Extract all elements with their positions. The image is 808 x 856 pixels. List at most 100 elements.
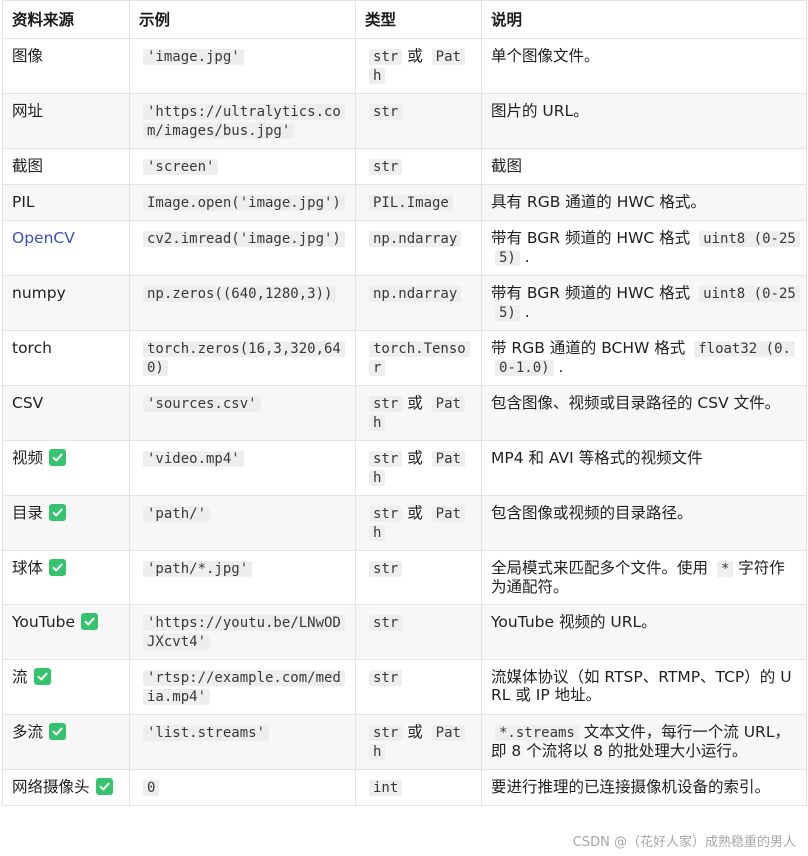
description-cell: 全局模式来匹配多个文件。使用 * 字符作为通配符。 — [481, 550, 807, 605]
header-source: 资料来源 — [2, 0, 130, 39]
example-code: 'path/' — [143, 506, 211, 522]
source-label: 目录 — [12, 504, 44, 522]
example-cell: torch.zeros(16,3,320,640) — [129, 330, 356, 386]
type-cell: str 或 Path — [355, 495, 482, 551]
source-label: numpy — [12, 284, 66, 302]
example-cell: 'sources.csv' — [129, 385, 356, 441]
table-row: 球体 'path/*.jpg' str 全局模式来匹配多个文件。使用 * 字符作为通配… — [2, 550, 807, 605]
source-label: 多流 — [12, 723, 44, 741]
type-cell: int — [355, 769, 482, 806]
source-label: 截图 — [12, 157, 44, 175]
source-label: PIL — [12, 193, 35, 211]
table-row: numpy np.zeros((640,1280,3)) np.ndarray 带有 … — [2, 275, 807, 331]
source-cell: YouTube — [2, 604, 130, 660]
table-row: 流 'rtsp://example.com/media.mp4' str 流媒体协议（… — [2, 659, 807, 715]
type-code: PIL.Image — [369, 195, 453, 211]
example-cell: Image.open('image.jpg') — [129, 184, 356, 221]
example-cell: 'list.streams' — [129, 714, 356, 770]
example-cell: 'https://youtu.be/LNwODJXcvt4' — [129, 604, 356, 660]
example-code: 'video.mp4' — [143, 451, 244, 467]
description-text: 单个图像文件。 — [491, 47, 600, 65]
table-row: OpenCV cv2.imread('image.jpg') np.ndarray 带… — [2, 220, 807, 276]
table-header: 资料来源 示例 类型 说明 — [2, 0, 807, 39]
description-cell: 包含图像、视频或目录路径的 CSV 文件。 — [481, 385, 807, 441]
example-cell: 'path/' — [129, 495, 356, 551]
description-text: 包含图像或视频的目录路径。 — [491, 504, 693, 522]
description-text: . — [553, 358, 564, 376]
description-text: 全局模式来匹配多个文件。使用 — [491, 559, 713, 577]
source-cell: OpenCV — [2, 220, 130, 276]
description-cell: 带 RGB 通道的 BCHW 格式 float32 (0.0-1.0) . — [481, 330, 807, 386]
type-code: str — [369, 506, 403, 522]
type-cell: PIL.Image — [355, 184, 482, 221]
type-code: str — [369, 49, 403, 65]
example-code: 'sources.csv' — [143, 396, 261, 412]
table-row: PIL Image.open('image.jpg') PIL.Image 具有 RG… — [2, 184, 807, 221]
example-code: 'rtsp://example.com/media.mp4' — [143, 670, 345, 705]
description-text: 截图 — [491, 157, 523, 175]
description-text: 带有 BGR 频道的 HWC 格式 — [491, 229, 696, 247]
source-cell: 目录 — [2, 495, 130, 551]
source-link[interactable]: OpenCV — [12, 229, 75, 247]
description-text: 具有 RGB 通道的 HWC 格式。 — [491, 193, 706, 211]
type-cell: str — [355, 550, 482, 605]
header-description: 说明 — [481, 0, 807, 39]
source-label: 网络摄像头 — [12, 778, 90, 796]
table-row: 截图 'screen' str 截图 — [2, 148, 807, 185]
check-icon — [49, 559, 67, 576]
description-text: 包含图像、视频或目录路径的 CSV 文件。 — [491, 394, 781, 412]
source-label: torch — [12, 339, 52, 357]
description-code: * — [716, 561, 734, 577]
description-text: 图片的 URL。 — [491, 102, 589, 120]
source-cell: CSV — [2, 385, 130, 441]
type-connector: 或 — [402, 723, 428, 741]
description-cell: 流媒体协议（如 RTSP、RTMP、TCP）的 URL 或 IP 地址。 — [481, 659, 807, 715]
type-connector: 或 — [402, 449, 428, 467]
table-row: 网络摄像头 0 int 要进行推理的已连接摄像机设备的索引。 — [2, 769, 807, 806]
type-cell: str — [355, 93, 482, 149]
type-code: str — [369, 104, 403, 120]
source-cell: 网络摄像头 — [2, 769, 130, 806]
type-code: str — [369, 725, 403, 741]
description-cell: 包含图像或视频的目录路径。 — [481, 495, 807, 551]
example-cell: 0 — [129, 769, 356, 806]
source-label: 视频 — [12, 449, 44, 467]
example-code: 'image.jpg' — [143, 49, 244, 65]
example-code: 'path/*.jpg' — [143, 561, 253, 577]
description-text: 流媒体协议（如 RTSP、RTMP、TCP）的 URL 或 IP 地址。 — [491, 668, 792, 704]
description-text: 要进行推理的已连接摄像机设备的索引。 — [491, 778, 771, 796]
example-cell: 'image.jpg' — [129, 38, 356, 94]
example-code: 'https://ultralytics.com/images/bus.jpg' — [143, 104, 345, 139]
source-label: 流 — [12, 668, 28, 686]
description-code: *.streams — [495, 725, 579, 741]
source-cell: PIL — [2, 184, 130, 221]
check-icon — [81, 613, 99, 630]
description-cell: 单个图像文件。 — [481, 38, 807, 94]
type-code: int — [369, 780, 403, 796]
example-cell: 'https://ultralytics.com/images/bus.jpg' — [129, 93, 356, 149]
type-cell: str 或 Path — [355, 440, 482, 496]
type-connector: 或 — [402, 394, 428, 412]
source-cell: 球体 — [2, 550, 130, 605]
type-cell: torch.Tensor — [355, 330, 482, 386]
example-cell: cv2.imread('image.jpg') — [129, 220, 356, 276]
description-cell: *.streams 文本文件，每行一个流 URL，即 8 个流将以 8 的批处理… — [481, 714, 807, 770]
header-type: 类型 — [355, 0, 482, 39]
example-code: Image.open('image.jpg') — [143, 195, 345, 211]
source-cell: 多流 — [2, 714, 130, 770]
example-code: 'screen' — [143, 159, 219, 175]
description-cell: 带有 BGR 频道的 HWC 格式 uint8 (0-255) . — [481, 275, 807, 331]
header-example: 示例 — [129, 0, 356, 39]
source-cell: 截图 — [2, 148, 130, 185]
source-cell: torch — [2, 330, 130, 386]
type-connector: 或 — [402, 504, 428, 522]
table-row: torch torch.zeros(16,3,320,640) torch.Tens… — [2, 330, 807, 386]
description-text: MP4 和 AVI 等格式的视频文件 — [491, 449, 703, 467]
type-cell: str 或 Path — [355, 714, 482, 770]
type-cell: str 或 Path — [355, 385, 482, 441]
example-code: 0 — [143, 780, 160, 796]
type-code: str — [369, 561, 403, 577]
description-text: . — [519, 303, 530, 321]
type-cell: str 或 Path — [355, 38, 482, 94]
description-cell: 具有 RGB 通道的 HWC 格式。 — [481, 184, 807, 221]
